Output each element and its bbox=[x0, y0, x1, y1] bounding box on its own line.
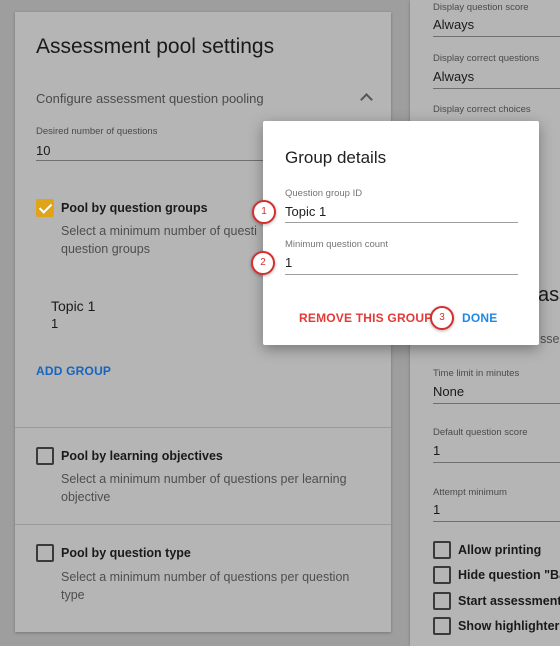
allow-printing-checkbox[interactable] bbox=[433, 541, 451, 559]
allow-printing-label: Allow printing bbox=[458, 543, 542, 557]
min-count-input[interactable]: 1 bbox=[285, 255, 292, 270]
attempt-minimum-label: Attempt minimum bbox=[433, 487, 507, 498]
page-title: Assessment pool settings bbox=[36, 35, 275, 58]
group-id-underline bbox=[285, 222, 518, 223]
section-subtitle-fragment: sses bbox=[540, 332, 560, 346]
start-assessment-label: Start assessment bbox=[458, 594, 560, 608]
min-count-label: Minimum question count bbox=[285, 239, 388, 250]
display-correct-questions-label: Display correct questions bbox=[433, 53, 540, 64]
group-item-name[interactable]: Topic 1 bbox=[51, 298, 95, 314]
step-marker-3: 3 bbox=[430, 306, 454, 330]
pool-by-type-help-1: Select a minimum number of questions per… bbox=[61, 570, 350, 584]
add-group-button[interactable]: ADD GROUP bbox=[36, 364, 111, 378]
time-limit-input[interactable]: None bbox=[433, 384, 464, 399]
chevron-up-icon[interactable] bbox=[360, 93, 373, 106]
hide-question-label: Hide question "Ba bbox=[458, 568, 560, 582]
pool-by-objectives-help-2: objective bbox=[61, 490, 111, 504]
dialog-title: Group details bbox=[285, 148, 387, 167]
default-score-label: Default question score bbox=[433, 427, 528, 438]
default-score-input[interactable]: 1 bbox=[433, 443, 440, 458]
section-heading-fragment: ass bbox=[538, 284, 560, 306]
display-correct-questions-select[interactable]: Always bbox=[433, 69, 474, 84]
show-highlighter-checkbox[interactable] bbox=[433, 617, 451, 635]
pool-by-groups-help-1: Select a minimum number of questi bbox=[61, 224, 257, 238]
group-id-input[interactable]: Topic 1 bbox=[285, 204, 326, 219]
display-score-label: Display question score bbox=[433, 2, 529, 13]
desired-questions-label: Desired number of questions bbox=[36, 126, 158, 137]
group-id-label: Question group ID bbox=[285, 188, 363, 199]
desired-questions-underline bbox=[36, 160, 264, 161]
pool-section-subtitle: Configure assessment question pooling bbox=[36, 91, 264, 106]
pool-by-objectives-help-1: Select a minimum number of questions per… bbox=[61, 472, 347, 486]
step-marker-1: 1 bbox=[252, 200, 276, 224]
show-highlighter-label: Show highlighter bbox=[458, 619, 560, 633]
hide-question-checkbox[interactable] bbox=[433, 566, 451, 584]
group-item-count: 1 bbox=[51, 316, 59, 331]
field-underline bbox=[433, 462, 560, 463]
pool-by-objectives-label: Pool by learning objectives bbox=[61, 449, 223, 463]
display-correct-choices-label: Display correct choices bbox=[433, 104, 531, 115]
field-underline bbox=[433, 88, 560, 89]
pool-by-type-label: Pool by question type bbox=[61, 546, 191, 560]
remove-group-button[interactable]: REMOVE THIS GROUP bbox=[299, 311, 432, 325]
pool-by-groups-help-2: question groups bbox=[61, 242, 150, 256]
start-assessment-checkbox[interactable] bbox=[433, 592, 451, 610]
min-count-underline bbox=[285, 274, 518, 275]
done-button[interactable]: DONE bbox=[462, 311, 497, 325]
pool-by-type-checkbox[interactable] bbox=[36, 544, 54, 562]
desired-questions-input[interactable]: 10 bbox=[36, 143, 50, 158]
group-details-dialog: Group details Question group ID Topic 1 … bbox=[263, 121, 539, 345]
pool-by-groups-checkbox[interactable] bbox=[36, 199, 54, 217]
time-limit-label: Time limit in minutes bbox=[433, 368, 520, 379]
field-underline bbox=[433, 403, 560, 404]
display-score-select[interactable]: Always bbox=[433, 17, 474, 32]
field-underline bbox=[433, 36, 560, 37]
pool-by-groups-label: Pool by question groups bbox=[61, 201, 208, 215]
field-underline bbox=[433, 521, 560, 522]
pool-by-type-help-2: type bbox=[61, 588, 85, 602]
step-marker-2: 2 bbox=[251, 251, 275, 275]
section-divider bbox=[15, 427, 391, 428]
attempt-minimum-input[interactable]: 1 bbox=[433, 502, 440, 517]
pool-by-objectives-checkbox[interactable] bbox=[36, 447, 54, 465]
section-divider bbox=[15, 524, 391, 525]
